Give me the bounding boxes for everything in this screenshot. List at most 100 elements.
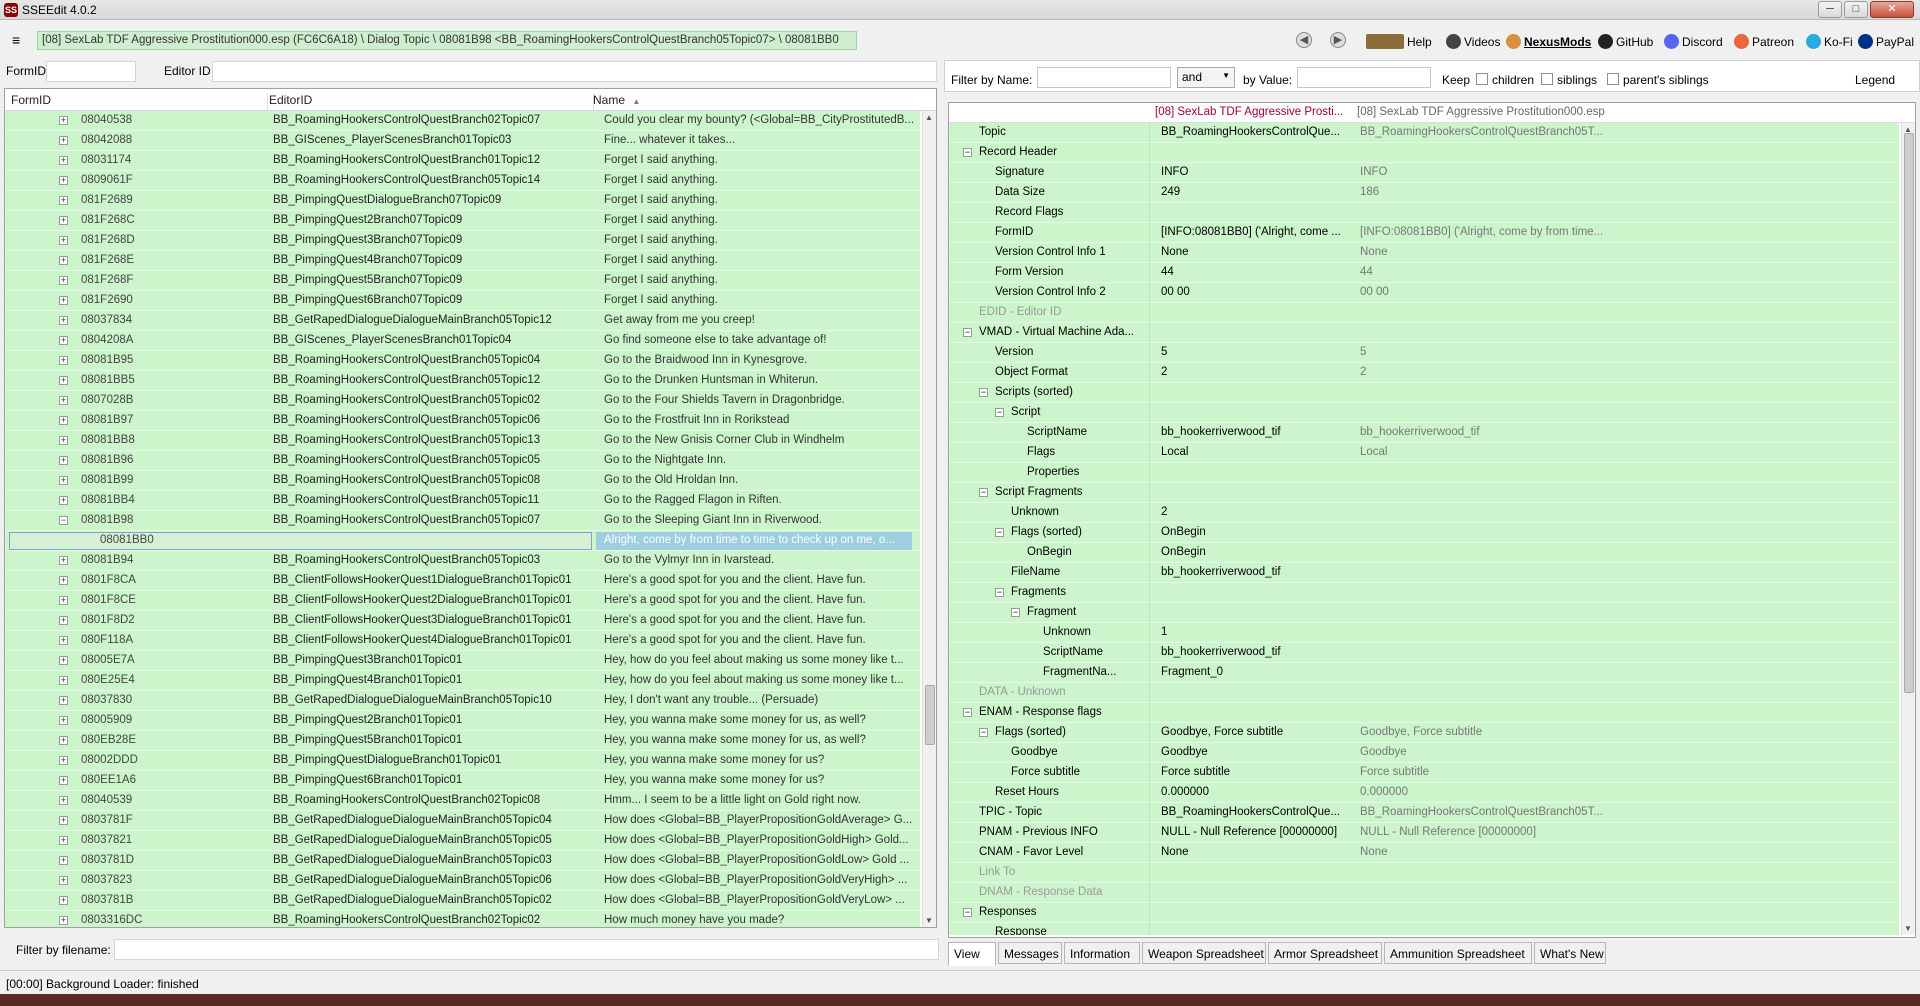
field-value-plugin-2[interactable]: Local bbox=[1360, 446, 1610, 458]
field-row[interactable]: CNAM - Favor Level None None bbox=[949, 843, 1899, 863]
field-row[interactable]: OnBegin OnBegin bbox=[949, 543, 1899, 563]
field-value-plugin-1[interactable]: bb_hookerriverwood_tif bbox=[1161, 566, 1357, 578]
record-row[interactable]: +081F268F BB_PimpingQuest5Branch07Topic09… bbox=[5, 271, 920, 291]
collapse-icon[interactable]: − bbox=[963, 908, 972, 917]
record-row[interactable]: +081F268D BB_PimpingQuest3Branch07Topic09… bbox=[5, 231, 920, 251]
record-row[interactable]: +08081BB8 BB_RoamingHookersControlQuestBr… bbox=[5, 431, 920, 451]
expand-icon[interactable]: + bbox=[59, 136, 68, 145]
record-row[interactable]: +081F268E BB_PimpingQuest4Branch07Topic09… bbox=[5, 251, 920, 271]
record-row[interactable]: +08081B94 BB_RoamingHookersControlQuestBr… bbox=[5, 551, 920, 571]
record-row[interactable]: +0804208A BB_GIScenes_PlayerScenesBranch0… bbox=[5, 331, 920, 351]
field-row[interactable]: ScriptName bb_hookerriverwood_tif bb_hooke… bbox=[949, 423, 1899, 443]
field-value-plugin-2[interactable]: 0.000000 bbox=[1360, 786, 1610, 798]
forward-nav-icon[interactable]: ▶ bbox=[1330, 32, 1346, 48]
expand-icon[interactable]: + bbox=[59, 236, 68, 245]
videos-link[interactable]: Videos bbox=[1446, 34, 1500, 49]
patreon-link[interactable]: Patreon bbox=[1734, 34, 1794, 49]
field-row[interactable]: FragmentNa... Fragment_0 bbox=[949, 663, 1899, 683]
field-value-plugin-1[interactable]: bb_hookerriverwood_tif bbox=[1161, 426, 1357, 438]
field-value-plugin-1[interactable]: bb_hookerriverwood_tif bbox=[1161, 646, 1357, 658]
expand-icon[interactable]: + bbox=[59, 176, 68, 185]
field-row[interactable]: Goodbye Goodbye Goodbye bbox=[949, 743, 1899, 763]
plugin-column-header-2[interactable]: [08] SexLab TDF Aggressive Prostitution0… bbox=[1357, 106, 1605, 118]
close-button[interactable]: ✕ bbox=[1870, 1, 1914, 18]
scrollbar-thumb[interactable] bbox=[1904, 133, 1914, 693]
expand-icon[interactable]: + bbox=[59, 496, 68, 505]
keep-children-checkbox[interactable] bbox=[1476, 73, 1488, 85]
record-row[interactable]: +08005909 BB_PimpingQuest2Branch01Topic01… bbox=[5, 711, 920, 731]
field-value-plugin-2[interactable]: 5 bbox=[1360, 346, 1610, 358]
formid-filter-input[interactable] bbox=[46, 61, 136, 82]
expand-icon[interactable]: + bbox=[59, 576, 68, 585]
record-row[interactable]: +08081BB5 BB_RoamingHookersControlQuestBr… bbox=[5, 371, 920, 391]
field-value-plugin-2[interactable]: Goodbye bbox=[1360, 746, 1610, 758]
field-value-plugin-1[interactable]: None bbox=[1161, 846, 1357, 858]
expand-icon[interactable]: + bbox=[59, 616, 68, 625]
field-row[interactable]: Data Size 249 186 bbox=[949, 183, 1899, 203]
expand-icon[interactable]: + bbox=[59, 196, 68, 205]
expand-icon[interactable]: + bbox=[59, 716, 68, 725]
expand-icon[interactable]: + bbox=[59, 876, 68, 885]
nexusmods-link[interactable]: NexusMods bbox=[1506, 34, 1591, 49]
field-row[interactable]: − Responses bbox=[949, 903, 1899, 923]
record-row[interactable]: +08005E7A BB_PimpingQuest3Branch01Topic01… bbox=[5, 651, 920, 671]
field-value-plugin-1[interactable]: Goodbye bbox=[1161, 746, 1357, 758]
record-row[interactable]: +0801F8CA BB_ClientFollowsHookerQuest1Dia… bbox=[5, 571, 920, 591]
github-link[interactable]: GitHub bbox=[1598, 34, 1653, 49]
field-value-plugin-2[interactable]: Goodbye, Force subtitle bbox=[1360, 726, 1610, 738]
field-value-plugin-2[interactable]: None bbox=[1360, 846, 1610, 858]
expand-icon[interactable]: + bbox=[59, 356, 68, 365]
field-row[interactable]: − Record Header bbox=[949, 143, 1899, 163]
field-row[interactable]: Force subtitle Force subtitle Force subtit… bbox=[949, 763, 1899, 783]
kofi-link[interactable]: Ko-Fi bbox=[1806, 34, 1853, 49]
record-row[interactable]: +0803781F BB_GetRapedDialogueDialogueMain… bbox=[5, 811, 920, 831]
field-value-plugin-1[interactable]: 2 bbox=[1161, 506, 1357, 518]
record-row[interactable]: 08081BB0 Alright, come by from time to ti… bbox=[5, 531, 920, 551]
field-row[interactable]: Object Format 2 2 bbox=[949, 363, 1899, 383]
keep-parents-siblings-checkbox[interactable] bbox=[1607, 73, 1619, 85]
collapse-icon[interactable]: − bbox=[979, 388, 988, 397]
record-row[interactable]: +0809061F BB_RoamingHookersControlQuestBr… bbox=[5, 171, 920, 191]
field-value-plugin-2[interactable]: NULL - Null Reference [00000000] bbox=[1360, 826, 1610, 838]
field-row[interactable]: − Script bbox=[949, 403, 1899, 423]
field-value-plugin-1[interactable]: 00 00 bbox=[1161, 286, 1357, 298]
field-row[interactable]: − Script Fragments bbox=[949, 483, 1899, 503]
field-row[interactable]: Version 5 5 bbox=[949, 343, 1899, 363]
field-row[interactable]: − Fragments bbox=[949, 583, 1899, 603]
field-row[interactable]: Topic BB_RoamingHookersControlQue... BB_Ro… bbox=[949, 123, 1899, 143]
expand-icon[interactable]: + bbox=[59, 856, 68, 865]
expand-icon[interactable]: + bbox=[59, 316, 68, 325]
field-row[interactable]: Unknown 2 bbox=[949, 503, 1899, 523]
field-row[interactable]: Unknown 1 bbox=[949, 623, 1899, 643]
maximize-button[interactable]: □ bbox=[1844, 1, 1868, 18]
field-row[interactable]: − Flags (sorted) Goodbye, Force subtitle Go… bbox=[949, 723, 1899, 743]
field-row[interactable]: − Scripts (sorted) bbox=[949, 383, 1899, 403]
field-value-plugin-2[interactable]: BB_RoamingHookersControlQuestBranch05T..… bbox=[1360, 806, 1610, 818]
minimize-button[interactable]: ─ bbox=[1818, 1, 1842, 18]
field-row[interactable]: DNAM - Response Data bbox=[949, 883, 1899, 903]
field-value-plugin-1[interactable]: 249 bbox=[1161, 186, 1357, 198]
field-value-plugin-1[interactable]: OnBegin bbox=[1161, 546, 1357, 558]
collapse-icon[interactable]: − bbox=[995, 588, 1004, 597]
record-row[interactable]: +08037830 BB_GetRapedDialogueDialogueMain… bbox=[5, 691, 920, 711]
field-value-plugin-1[interactable]: Local bbox=[1161, 446, 1357, 458]
field-value-plugin-1[interactable]: Force subtitle bbox=[1161, 766, 1357, 778]
field-value-plugin-1[interactable]: 2 bbox=[1161, 366, 1357, 378]
field-row[interactable]: ScriptName bb_hookerriverwood_tif bbox=[949, 643, 1899, 663]
expand-icon[interactable]: + bbox=[59, 116, 68, 125]
record-row[interactable]: +0801F8CE BB_ClientFollowsHookerQuest2Dia… bbox=[5, 591, 920, 611]
record-row[interactable]: +08037834 BB_GetRapedDialogueDialogueMain… bbox=[5, 311, 920, 331]
record-row[interactable]: +0807028B BB_RoamingHookersControlQuestBr… bbox=[5, 391, 920, 411]
collapse-icon[interactable]: − bbox=[59, 516, 68, 525]
field-row[interactable]: Link To bbox=[949, 863, 1899, 883]
field-row[interactable]: − Flags (sorted) OnBegin bbox=[949, 523, 1899, 543]
scrollbar-thumb[interactable] bbox=[925, 685, 935, 745]
editorid-filter-input[interactable] bbox=[212, 61, 937, 82]
expand-icon[interactable]: + bbox=[59, 396, 68, 405]
field-value-plugin-2[interactable]: 186 bbox=[1360, 186, 1610, 198]
record-tree-scrollbar[interactable]: ▲ ▼ bbox=[922, 111, 936, 927]
tab-ammunition-spreadsheet[interactable]: Ammunition Spreadsheet bbox=[1384, 942, 1532, 964]
field-value-plugin-1[interactable]: BB_RoamingHookersControlQue... bbox=[1161, 126, 1357, 138]
field-row[interactable]: − ENAM - Response flags bbox=[949, 703, 1899, 723]
collapse-icon[interactable]: − bbox=[979, 488, 988, 497]
